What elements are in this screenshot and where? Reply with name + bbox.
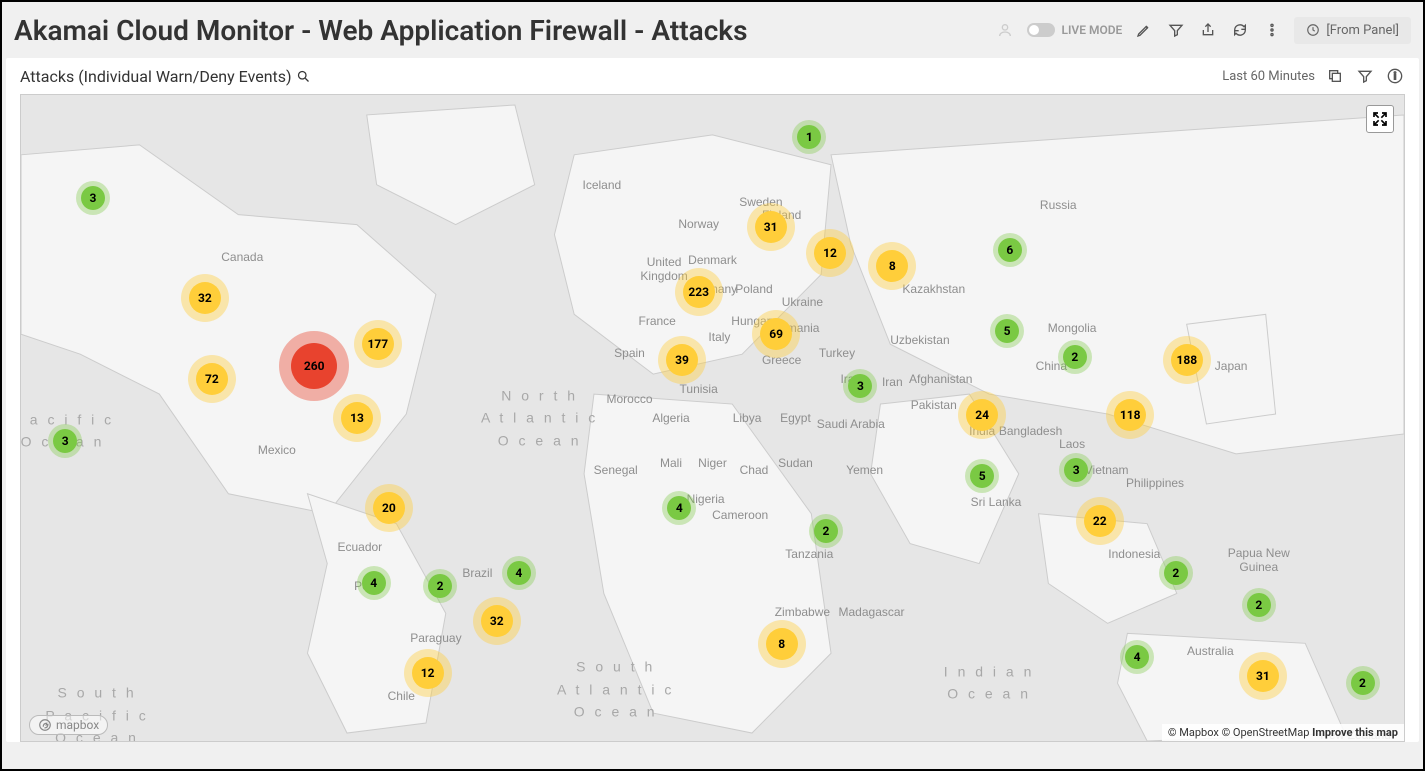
share-icon[interactable] [1198, 20, 1218, 40]
fullscreen-button[interactable] [1366, 105, 1394, 133]
cluster-marker[interactable]: 4 [507, 561, 531, 585]
cluster-marker[interactable]: 31 [1247, 660, 1279, 692]
cluster-marker[interactable]: 223 [683, 276, 715, 308]
cluster-marker[interactable]: 2 [1247, 593, 1271, 617]
cluster-marker[interactable]: 12 [412, 657, 444, 689]
cluster-marker[interactable]: 177 [362, 328, 394, 360]
map-attribution: © Mapbox © OpenStreetMap Improve this ma… [1162, 724, 1404, 741]
panel-title: Attacks (Individual Warn/Deny Events) [20, 67, 311, 86]
copy-icon[interactable] [1325, 66, 1345, 86]
cluster-marker[interactable]: 32 [189, 282, 221, 314]
user-icon [995, 20, 1015, 40]
cluster-marker[interactable]: 5 [995, 319, 1019, 343]
cluster-marker[interactable]: 24 [966, 399, 998, 431]
cluster-marker[interactable]: 72 [196, 363, 228, 395]
toolbar: LIVE MODE [From Panel] [995, 17, 1411, 44]
panel-header: Attacks (Individual Warn/Deny Events) La… [6, 58, 1419, 94]
cluster-marker[interactable]: 6 [998, 238, 1022, 262]
cluster-marker[interactable]: 8 [766, 628, 798, 660]
panel-meta: Last 60 Minutes [1222, 66, 1405, 86]
cluster-marker[interactable]: 118 [1114, 399, 1146, 431]
edit-icon[interactable] [1134, 20, 1154, 40]
panel-filter-icon[interactable] [1355, 66, 1375, 86]
improve-map-link[interactable]: Improve this map [1312, 726, 1398, 739]
cluster-marker[interactable]: 2 [1351, 671, 1375, 695]
cluster-marker[interactable]: 4 [362, 571, 386, 595]
from-panel-label: [From Panel] [1326, 23, 1399, 38]
cluster-marker[interactable]: 20 [373, 492, 405, 524]
map-base-svg [21, 95, 1404, 741]
cluster-marker[interactable]: 3 [81, 186, 105, 210]
refresh-icon[interactable] [1230, 20, 1250, 40]
filter-icon[interactable] [1166, 20, 1186, 40]
more-icon[interactable] [1262, 20, 1282, 40]
cluster-marker[interactable]: 4 [1125, 645, 1149, 669]
page-title: Akamai Cloud Monitor - Web Application F… [14, 14, 747, 47]
cluster-marker[interactable]: 1 [797, 125, 821, 149]
toggle-switch-icon [1027, 23, 1055, 37]
cluster-marker[interactable]: 31 [755, 211, 787, 243]
cluster-marker[interactable]: 2 [814, 519, 838, 543]
page-header: Akamai Cloud Monitor - Web Application F… [2, 2, 1423, 58]
cluster-marker[interactable]: 2 [1164, 561, 1188, 585]
cluster-marker[interactable]: 4 [667, 496, 691, 520]
cluster-marker[interactable]: 39 [666, 344, 698, 376]
cluster-marker[interactable]: 2 [428, 574, 452, 598]
time-range-label: Last 60 Minutes [1222, 69, 1315, 84]
cluster-marker[interactable]: 188 [1171, 344, 1203, 376]
cluster-marker[interactable]: 13 [341, 402, 373, 434]
info-icon[interactable] [1385, 66, 1405, 86]
cluster-marker[interactable]: 2 [1063, 345, 1087, 369]
panel: Attacks (Individual Warn/Deny Events) La… [6, 58, 1419, 742]
cluster-marker[interactable]: 22 [1084, 505, 1116, 537]
world-map[interactable]: P a c i f i c O c e a nN o r t h A t l a… [20, 94, 1405, 742]
cluster-marker[interactable]: 3 [1064, 458, 1088, 482]
cluster-marker[interactable]: 12 [814, 237, 846, 269]
cluster-marker[interactable]: 5 [970, 464, 994, 488]
mapbox-logo[interactable]: mapbox [29, 715, 108, 735]
cluster-marker[interactable]: 3 [53, 429, 77, 453]
cluster-marker[interactable]: 69 [760, 318, 792, 350]
live-mode-toggle[interactable]: LIVE MODE [1027, 23, 1122, 37]
cluster-marker[interactable]: 8 [876, 250, 908, 282]
cluster-marker[interactable]: 32 [481, 605, 513, 637]
cluster-marker[interactable]: 3 [848, 374, 872, 398]
cluster-marker[interactable]: 260 [291, 343, 337, 389]
live-mode-label: LIVE MODE [1061, 23, 1122, 37]
time-range-selector[interactable]: [From Panel] [1294, 17, 1411, 44]
